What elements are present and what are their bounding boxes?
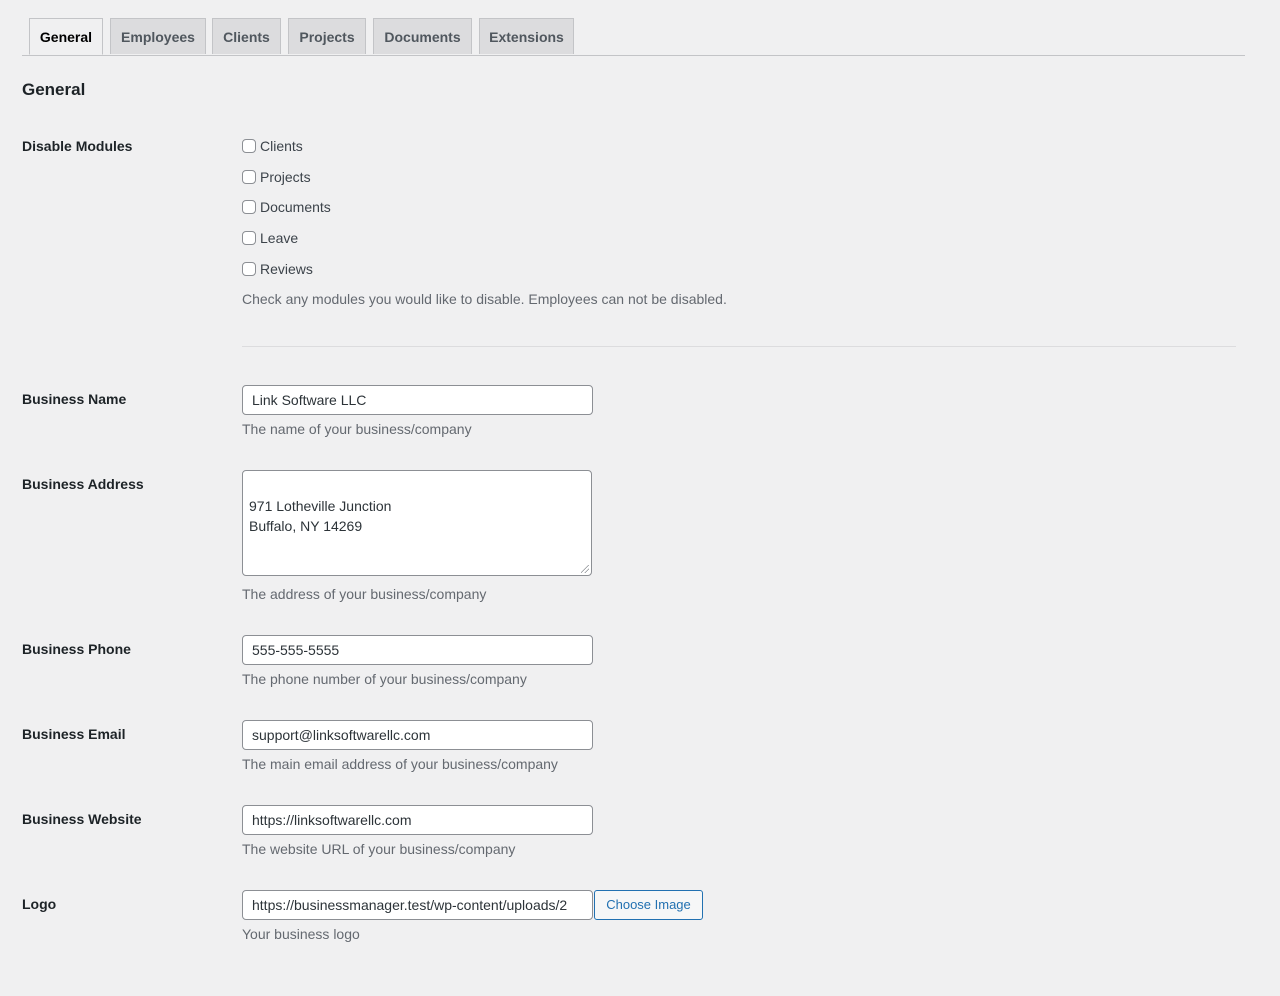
section-title: General	[22, 80, 86, 99]
projects-checkbox[interactable]	[242, 170, 256, 184]
checkbox-label: Reviews	[260, 261, 313, 277]
business-address-label: Business Address	[22, 476, 144, 492]
business-name-input[interactable]: Link Software LLC	[242, 385, 593, 415]
tab-employees[interactable]: Employees	[110, 18, 206, 54]
tab-general[interactable]: General	[29, 18, 103, 55]
settings-tabs: General Employees Clients Projects Docum…	[22, 18, 1245, 56]
clients-checkbox[interactable]	[242, 139, 256, 153]
business-address-value: 971 Lotheville Junction Buffalo, NY 1426…	[249, 498, 392, 534]
business-address-textarea[interactable]: 971 Lotheville Junction Buffalo, NY 1426…	[242, 470, 592, 576]
business-phone-label: Business Phone	[22, 641, 131, 657]
disable-modules-label: Disable Modules	[22, 138, 133, 154]
business-website-input[interactable]: https://linksoftwarellc.com	[242, 805, 593, 835]
checkbox-row-projects[interactable]: Projects	[242, 169, 311, 185]
settings-page: General Employees Clients Projects Docum…	[0, 0, 1280, 996]
logo-url-input[interactable]: https://businessmanager.test/wp-content/…	[242, 890, 593, 920]
logo-label: Logo	[22, 896, 57, 912]
tab-clients[interactable]: Clients	[212, 18, 281, 54]
checkbox-row-leave[interactable]: Leave	[242, 230, 298, 246]
checkbox-label: Leave	[260, 230, 299, 246]
tab-documents[interactable]: Documents	[373, 18, 472, 54]
leave-checkbox[interactable]	[242, 231, 256, 245]
checkbox-row-clients[interactable]: Clients	[242, 138, 303, 154]
checkbox-row-documents[interactable]: Documents	[242, 199, 331, 215]
business-website-label: Business Website	[22, 811, 142, 827]
business-name-label: Business Name	[22, 391, 127, 407]
business-phone-description: The phone number of your business/compan…	[242, 671, 527, 687]
business-email-input[interactable]: support@linksoftwarellc.com	[242, 720, 593, 750]
reviews-checkbox[interactable]	[242, 262, 256, 276]
documents-checkbox[interactable]	[242, 200, 256, 214]
disable-modules-description: Check any modules you would like to disa…	[242, 291, 727, 307]
business-website-description: The website URL of your business/company	[242, 841, 516, 857]
business-email-label: Business Email	[22, 726, 126, 742]
business-phone-input[interactable]: 555-555-5555	[242, 635, 593, 665]
logo-description: Your business logo	[242, 926, 360, 942]
tab-extensions[interactable]: Extensions	[479, 18, 574, 54]
business-email-description: The main email address of your business/…	[242, 756, 558, 772]
choose-image-button[interactable]: Choose Image	[594, 890, 703, 920]
business-address-description: The address of your business/company	[242, 586, 487, 602]
tab-projects[interactable]: Projects	[288, 18, 366, 54]
divider	[242, 346, 1236, 347]
business-name-description: The name of your business/company	[242, 421, 472, 437]
checkbox-label: Projects	[260, 169, 311, 185]
checkbox-row-reviews[interactable]: Reviews	[242, 261, 313, 277]
checkbox-label: Documents	[260, 199, 331, 215]
resize-handle-icon[interactable]	[581, 565, 589, 573]
checkbox-label: Clients	[260, 138, 303, 154]
